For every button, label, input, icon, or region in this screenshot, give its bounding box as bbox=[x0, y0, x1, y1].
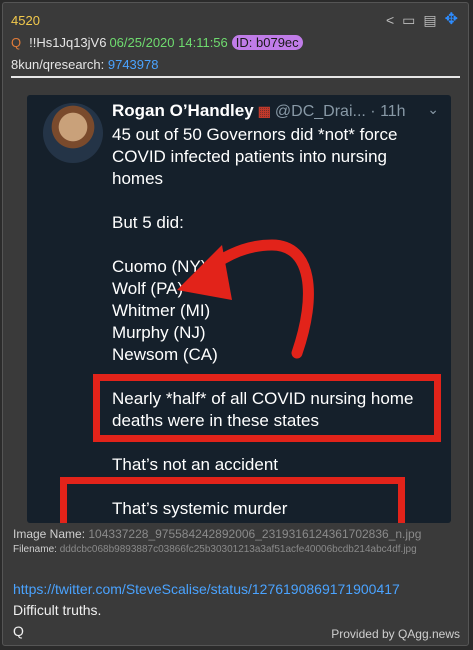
tripcode: !!Hs1Jq13jV6 bbox=[29, 35, 107, 50]
post-text: Difficult truths. bbox=[13, 602, 102, 618]
provided-by: Provided by QAgg.news bbox=[331, 627, 460, 641]
post-signature: Q bbox=[13, 623, 24, 639]
document-icon[interactable]: ▤ bbox=[423, 13, 436, 27]
red-arrow-icon bbox=[177, 239, 314, 359]
image-name: Image Name: 104337228_975584242892006_23… bbox=[13, 527, 422, 541]
post-header: Q !!Hs1Jq13jV6 06/25/2020 14:11:56 ID: b079… bbox=[11, 35, 303, 50]
image-filename: Filename: dddcbc068b9893887c03866fc25b30… bbox=[13, 544, 417, 555]
thread-link[interactable]: 9743978 bbox=[108, 57, 159, 72]
share-icon[interactable]: < bbox=[386, 13, 394, 27]
highlight-box bbox=[93, 374, 441, 442]
post-toolbar: < ▭ ▤ ✥ bbox=[386, 12, 458, 28]
move-icon[interactable]: ✥ bbox=[445, 12, 458, 28]
divider bbox=[11, 76, 460, 78]
post-card: 4520 < ▭ ▤ ✥ Q !!Hs1Jq13jV6 06/25/2020 14:… bbox=[2, 2, 469, 646]
board-name: 8kun/qresearch: bbox=[11, 57, 105, 72]
board-line: 8kun/qresearch: 9743978 bbox=[11, 57, 158, 72]
post-datetime: 06/25/2020 14:11:56 bbox=[109, 35, 228, 50]
highlight-box bbox=[60, 477, 405, 523]
post-number: 4520 bbox=[11, 13, 40, 28]
q-mark: Q bbox=[11, 35, 22, 50]
tweet-image[interactable]: Rogan O’Handley ▦ @DC_Drai... · 11h ⌄ 45 o… bbox=[27, 95, 451, 523]
vr-icon[interactable]: ▭ bbox=[402, 13, 415, 27]
twitter-link[interactable]: https://twitter.com/SteveScalise/status/… bbox=[13, 581, 400, 597]
poster-id-badge[interactable]: ID: b079ec bbox=[231, 35, 303, 50]
